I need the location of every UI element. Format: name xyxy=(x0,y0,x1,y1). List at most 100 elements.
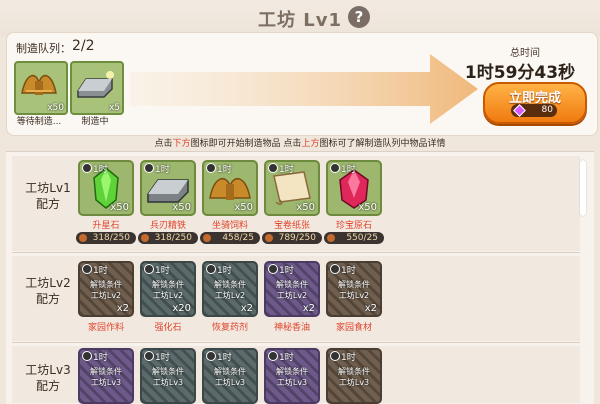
row-title-line: 工坊Lv3 xyxy=(25,363,71,377)
recipe-card-兵刃精铁[interactable]: 1时 x50 xyxy=(140,160,196,216)
unlock-condition-line: 工坊Lv3 xyxy=(90,378,122,387)
row-title-line: 配方 xyxy=(35,379,60,393)
queue-slot-qty: x50 xyxy=(47,103,64,113)
recipe-name: 恢复药剂 xyxy=(211,323,248,333)
queue-slot-1[interactable]: x50 xyxy=(14,61,68,115)
locked-recipe-card[interactable]: 1时 解锁条件 工坊Lv3 xyxy=(202,348,258,404)
locked-recipe-card[interactable]: 1时 解锁条件 工坊Lv2 x2 xyxy=(264,261,320,317)
recipe-row-title: 工坊Lv2 配方 xyxy=(22,275,74,307)
help-icon[interactable]: ? xyxy=(348,6,370,28)
gem-cost-value: 80 xyxy=(541,105,553,115)
material-icon xyxy=(203,234,211,242)
unlock-condition-line: 工坊Lv3 xyxy=(338,378,370,387)
recipe-qty: x2 xyxy=(116,303,129,314)
recipe-name: 坐骑饲料 xyxy=(211,221,248,231)
material-cost-value: 789/250 xyxy=(278,233,316,243)
clock-icon xyxy=(268,264,278,274)
craft-time: 1时 xyxy=(217,165,232,175)
recipe-qty: x50 xyxy=(296,202,315,213)
queue-label: 制造队列： xyxy=(16,42,71,55)
unlock-condition: 解锁条件 工坊Lv3 xyxy=(328,366,380,388)
unlock-condition-line: 工坊Lv2 xyxy=(338,291,370,300)
craft-time: 1时 xyxy=(155,266,170,276)
hint-part: 图标可了解制造队列中物品详情 xyxy=(319,139,446,149)
clock-icon xyxy=(144,351,154,361)
hint-text: 点击下方图标即可开始制造物品 点击上方图标可了解制造队列中物品详情 xyxy=(0,136,600,149)
instant-finish-button[interactable]: 立即完成 80 xyxy=(483,82,587,124)
unlock-condition-line: 解锁条件 xyxy=(214,367,246,376)
recipe-qty: x2 xyxy=(364,303,377,314)
hint-part: 点击 xyxy=(154,139,173,149)
craft-time: 1时 xyxy=(217,266,232,276)
recipe-name: 神秘香油 xyxy=(273,323,310,333)
unlock-condition-line: 解锁条件 xyxy=(90,367,122,376)
material-cost: 318/250 xyxy=(138,232,198,244)
craft-time: 1时 xyxy=(93,266,108,276)
recipe-card-升星石[interactable]: 1时 x50 xyxy=(78,160,134,216)
hint-highlight: 上方 xyxy=(301,139,320,149)
recipe-card-坐骑饲料[interactable]: 1时 x50 xyxy=(202,160,258,216)
queue-slot-status: 等待制造... xyxy=(16,117,62,127)
unlock-condition: 解锁条件工坊Lv3 xyxy=(266,366,318,388)
locked-recipe-card[interactable]: 1时 解锁条件 工坊Lv3 xyxy=(78,348,134,404)
clock-icon xyxy=(82,351,92,361)
unlock-condition: 解锁条件 工坊Lv2 xyxy=(80,279,132,301)
locked-recipe-card[interactable]: 1时 解锁条件 工坊Lv2 x2 xyxy=(78,261,134,317)
unlock-condition-line: 工坊Lv3 xyxy=(276,378,308,387)
locked-recipe-card[interactable]: 1时 解锁条件 工坊Lv3 xyxy=(326,348,382,404)
recipe-qty: x50 xyxy=(110,202,129,213)
gem-cost-badge: 80 xyxy=(511,104,557,117)
clock-icon xyxy=(268,351,278,361)
scrollbar-thumb[interactable] xyxy=(580,160,586,216)
recipe-qty: x2 xyxy=(240,303,253,314)
unlock-condition-line: 工坊Lv2 xyxy=(214,291,246,300)
locked-recipe-card[interactable]: 1时 解锁条件工坊Lv2 x2 xyxy=(202,261,258,317)
unlock-condition-line: 解锁条件 xyxy=(152,367,184,376)
clock-icon xyxy=(144,163,154,173)
unlock-condition-line: 解锁条件 xyxy=(276,367,308,376)
recipe-name: 兵刃精铁 xyxy=(149,221,186,231)
unlock-condition-line: 解锁条件 xyxy=(90,280,122,289)
unlock-condition: 解锁条件 工坊Lv2 xyxy=(328,279,380,301)
material-cost-value: 318/250 xyxy=(154,233,192,243)
locked-recipe-card[interactable]: 1时 解锁条件工坊Lv3 xyxy=(264,348,320,404)
clock-icon xyxy=(82,163,92,173)
locked-recipe-card[interactable]: 1时 解锁条件 工坊Lv2 x2 xyxy=(326,261,382,317)
clock-icon xyxy=(330,264,340,274)
recipe-qty: x50 xyxy=(358,202,377,213)
queue-count: 2/2 xyxy=(72,38,95,54)
recipe-card-珍宝原石[interactable]: 1时 x50 xyxy=(326,160,382,216)
unlock-condition-line: 解锁条件 xyxy=(276,280,308,289)
craft-time: 1时 xyxy=(279,165,294,175)
craft-time: 1时 xyxy=(93,165,108,175)
queue-slot-2[interactable]: x5 xyxy=(70,61,124,115)
clock-icon xyxy=(268,163,278,173)
total-time-label: 总时间 xyxy=(510,48,540,59)
unlock-condition-line: 解锁条件 xyxy=(214,280,246,289)
locked-recipe-card[interactable]: 1时 解锁条件 工坊Lv2 x20 xyxy=(140,261,196,317)
gem-icon xyxy=(513,104,526,117)
total-time-value: 1时59分43秒 xyxy=(464,63,576,83)
craft-time: 1时 xyxy=(279,353,294,363)
unlock-condition: 解锁条件 工坊Lv2 xyxy=(142,279,194,301)
craft-time: 1时 xyxy=(341,266,356,276)
unlock-condition-line: 工坊Lv2 xyxy=(276,291,308,300)
recipe-qty: x50 xyxy=(234,202,253,213)
row-title-line: 工坊Lv1 xyxy=(25,181,71,195)
unlock-condition: 解锁条件工坊Lv2 xyxy=(266,279,318,301)
recipe-name: 强化石 xyxy=(154,323,182,333)
material-icon xyxy=(327,234,335,242)
unlock-condition: 解锁条件工坊Lv2 xyxy=(204,279,256,301)
material-cost: 550/25 xyxy=(324,232,384,244)
recipe-card-宝卷纸张[interactable]: 1时 x50 xyxy=(264,160,320,216)
clock-icon xyxy=(206,264,216,274)
unlock-condition-line: 工坊Lv3 xyxy=(214,378,246,387)
recipe-row-title: 工坊Lv1 配方 xyxy=(22,180,74,212)
queue-slot-qty: x5 xyxy=(108,103,120,113)
locked-recipe-card[interactable]: 1时 解锁条件 工坊Lv3 xyxy=(140,348,196,404)
recipe-name: 家园作料 xyxy=(87,323,124,333)
material-cost: 318/250 xyxy=(76,232,136,244)
recipe-qty: x50 xyxy=(172,202,191,213)
row-title-line: 工坊Lv2 xyxy=(25,276,71,290)
unlock-condition-line: 工坊Lv2 xyxy=(152,291,184,300)
